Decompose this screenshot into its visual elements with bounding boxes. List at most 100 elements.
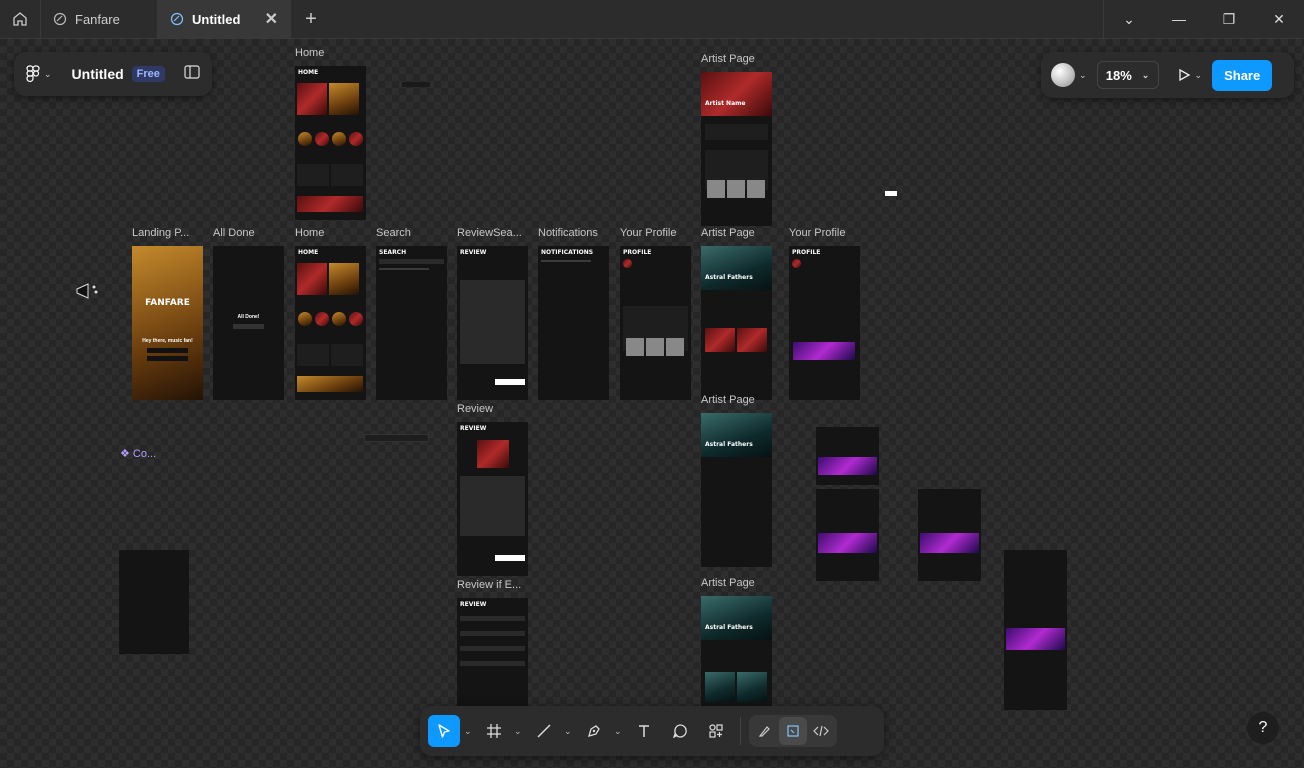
frame-review-search[interactable]: REVIEW — [457, 246, 528, 400]
frame-review-if[interactable]: REVIEW — [457, 598, 528, 708]
review-card-component[interactable] — [816, 427, 879, 485]
frame-landing[interactable]: FANFARE Hey there, music fan! — [132, 246, 203, 400]
code-icon — [813, 725, 829, 737]
concert-photos — [818, 457, 877, 475]
frame-artist-mid[interactable]: Astral Fathers — [701, 246, 772, 400]
review-list-component[interactable] — [1004, 550, 1067, 710]
draw-mode-button[interactable] — [751, 717, 779, 745]
frame-label-notifications[interactable]: Notifications — [538, 227, 598, 239]
tabs-dropdown-button[interactable]: ⌄ — [1104, 0, 1154, 38]
frame-label-home[interactable]: Home — [295, 227, 324, 239]
minimize-button[interactable]: — — [1154, 0, 1204, 38]
chevron-down-icon[interactable]: ⌄ — [514, 726, 524, 737]
review-textarea — [460, 476, 525, 536]
line-icon — [537, 724, 551, 738]
help-button[interactable]: ? — [1247, 712, 1279, 744]
review-card-component[interactable] — [918, 489, 981, 581]
fan-card — [331, 164, 363, 186]
share-button[interactable]: Share — [1212, 59, 1273, 91]
event-image — [737, 672, 767, 702]
design-mode-button[interactable] — [779, 717, 807, 745]
chevron-down-icon: ⌄ — [1141, 69, 1150, 80]
frame-home[interactable]: HOME — [295, 246, 366, 400]
frame-all-done[interactable]: All Done! — [213, 246, 284, 400]
component-label[interactable]: ❖ Co... — [120, 447, 156, 460]
venue-field — [460, 631, 525, 636]
line-tool-button[interactable] — [528, 715, 560, 747]
frame-notifications[interactable]: NOTIFICATIONS — [538, 246, 609, 400]
megaphone-icon[interactable] — [74, 281, 100, 301]
toggle-sidebar-button[interactable] — [184, 64, 200, 84]
fan-card — [297, 344, 329, 366]
zoom-dropdown[interactable]: 18% ⌄ — [1096, 61, 1159, 89]
new-tab-button[interactable]: + — [291, 0, 331, 38]
search-bar-component[interactable] — [364, 434, 429, 442]
home-icon — [13, 12, 27, 26]
present-button[interactable]: ⌄ — [1177, 68, 1202, 82]
chevron-down-icon[interactable]: ⌄ — [464, 726, 474, 737]
design-canvas[interactable]: ⌄ Untitled Free ⌄ 18% ⌄ ⌄ Share Home HOM… — [0, 39, 1304, 768]
photo-placeholder — [646, 338, 664, 356]
bottom-toolbar: ⌄ ⌄ ⌄ ⌄ — [420, 706, 884, 756]
user-avatar-button[interactable]: ⌄ — [1051, 63, 1087, 87]
artist-circle — [298, 312, 312, 326]
pen-tool-button[interactable] — [578, 715, 610, 747]
frame-label-all-done[interactable]: All Done — [213, 227, 255, 239]
frame-label-artist-top[interactable]: Artist Page — [701, 53, 755, 65]
frame-label-your-profile-2[interactable]: Your Profile — [789, 227, 845, 239]
assets-tool-button[interactable] — [700, 715, 732, 747]
frame-artist-top[interactable]: Artist Name — [701, 72, 772, 226]
frame-label-review[interactable]: Review — [457, 403, 493, 415]
frame-your-profile-2[interactable]: PROFILE — [789, 246, 860, 400]
mode-switcher — [749, 715, 837, 747]
frame-search[interactable]: SEARCH — [376, 246, 447, 400]
close-icon[interactable]: ✕ — [265, 9, 278, 29]
chevron-down-icon: ⌄ — [1123, 10, 1135, 27]
text-tool-button[interactable] — [628, 715, 660, 747]
frame-label-your-profile[interactable]: Your Profile — [620, 227, 676, 239]
small-component[interactable] — [885, 191, 897, 196]
chevron-down-icon: ⌄ — [1079, 69, 1087, 80]
main-menu-button[interactable]: ⌄ — [26, 65, 52, 83]
move-tool-button[interactable] — [428, 715, 460, 747]
screen-header: REVIEW — [460, 425, 487, 432]
frame-label-artist-mid[interactable]: Artist Page — [701, 227, 755, 239]
plan-badge: Free — [131, 66, 165, 82]
frame-artist-lower[interactable]: Astral Fathers — [701, 413, 772, 567]
frame-review[interactable]: REVIEW — [457, 422, 528, 576]
chevron-down-icon[interactable]: ⌄ — [614, 726, 624, 737]
close-window-button[interactable]: ✕ — [1254, 0, 1304, 38]
event-image — [705, 328, 735, 352]
tab-fanfare[interactable]: Fanfare — [41, 0, 158, 38]
frame-artist-bottom[interactable]: Astral Fathers — [701, 596, 772, 708]
lets-get-started-button — [233, 324, 264, 329]
frame-home-top[interactable]: HOME — [295, 66, 366, 220]
dev-mode-button[interactable] — [807, 717, 835, 745]
frame-label-review-if[interactable]: Review if E... — [457, 579, 527, 591]
zoom-level: 18% — [1105, 67, 1132, 83]
review-card-component[interactable] — [816, 489, 879, 581]
restore-button[interactable]: ❐ — [1204, 0, 1254, 38]
home-button[interactable] — [0, 0, 41, 38]
screen-header: PROFILE — [792, 249, 821, 256]
frame-label-landing[interactable]: Landing P... — [132, 227, 204, 239]
tab-label: Fanfare — [75, 11, 120, 27]
chevron-down-icon[interactable]: ⌄ — [564, 726, 574, 737]
artist-circle — [315, 132, 329, 146]
tab-untitled[interactable]: Untitled ✕ — [158, 0, 291, 38]
file-title[interactable]: Untitled — [72, 66, 124, 82]
frame-label-artist-bottom[interactable]: Artist Page — [701, 577, 755, 589]
blank-frame[interactable] — [119, 550, 189, 654]
frame-label-review-search[interactable]: ReviewSea... — [457, 227, 527, 239]
comment-tool-button[interactable] — [664, 715, 696, 747]
frame-label-search[interactable]: Search — [376, 227, 411, 239]
small-component[interactable] — [402, 82, 430, 87]
photo-placeholder — [727, 180, 745, 198]
comment-icon — [672, 724, 687, 739]
concert-photos — [818, 533, 877, 553]
frame-your-profile[interactable]: PROFILE — [620, 246, 691, 400]
frame-label-artist-lower[interactable]: Artist Page — [701, 394, 755, 406]
frame-label-home-top[interactable]: Home — [295, 47, 324, 59]
frame-tool-button[interactable] — [478, 715, 510, 747]
artist-name: Astral Fathers — [705, 441, 753, 448]
